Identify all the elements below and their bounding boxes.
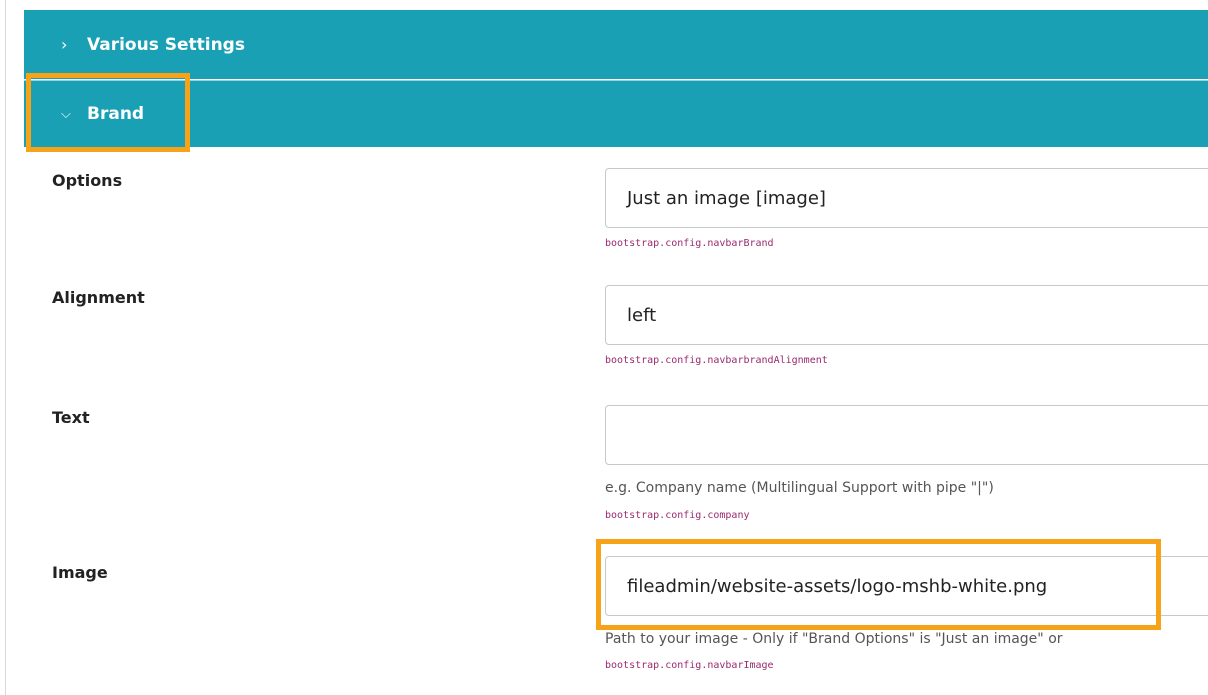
alignment-label: Alignment <box>52 288 145 307</box>
text-label: Text <box>52 408 90 427</box>
text-input-field[interactable] <box>627 424 1208 446</box>
image-label: Image <box>52 563 108 582</box>
alignment-select[interactable]: left <box>605 285 1208 345</box>
section-title-brand: Brand <box>87 104 145 124</box>
alignment-select-value: left <box>627 304 657 326</box>
alignment-config-key: bootstrap.config.navbarbrandAlignment <box>605 355 828 366</box>
options-config-key: bootstrap.config.navbarBrand <box>605 238 774 249</box>
chevron-right-icon: › <box>61 35 68 54</box>
text-input[interactable] <box>605 405 1208 465</box>
options-label: Options <box>52 171 123 190</box>
image-help: Path to your image - Only if "Brand Opti… <box>605 631 1063 647</box>
image-input-field[interactable] <box>627 575 1208 597</box>
options-select-value: Just an image [image] <box>627 187 826 209</box>
options-select[interactable]: Just an image [image] <box>605 168 1208 228</box>
text-config-key: bootstrap.config.company <box>605 510 750 521</box>
section-header-brand[interactable]: ⌵ Brand <box>24 80 1208 147</box>
image-config-key: bootstrap.config.navbarImage <box>605 660 774 671</box>
image-input[interactable] <box>605 556 1208 616</box>
chevron-down-icon: ⌵ <box>61 106 71 122</box>
text-help: e.g. Company name (Multilingual Support … <box>605 480 994 496</box>
section-header-various-settings[interactable]: › Various Settings <box>24 10 1208 79</box>
section-title-various-settings: Various Settings <box>87 34 245 55</box>
